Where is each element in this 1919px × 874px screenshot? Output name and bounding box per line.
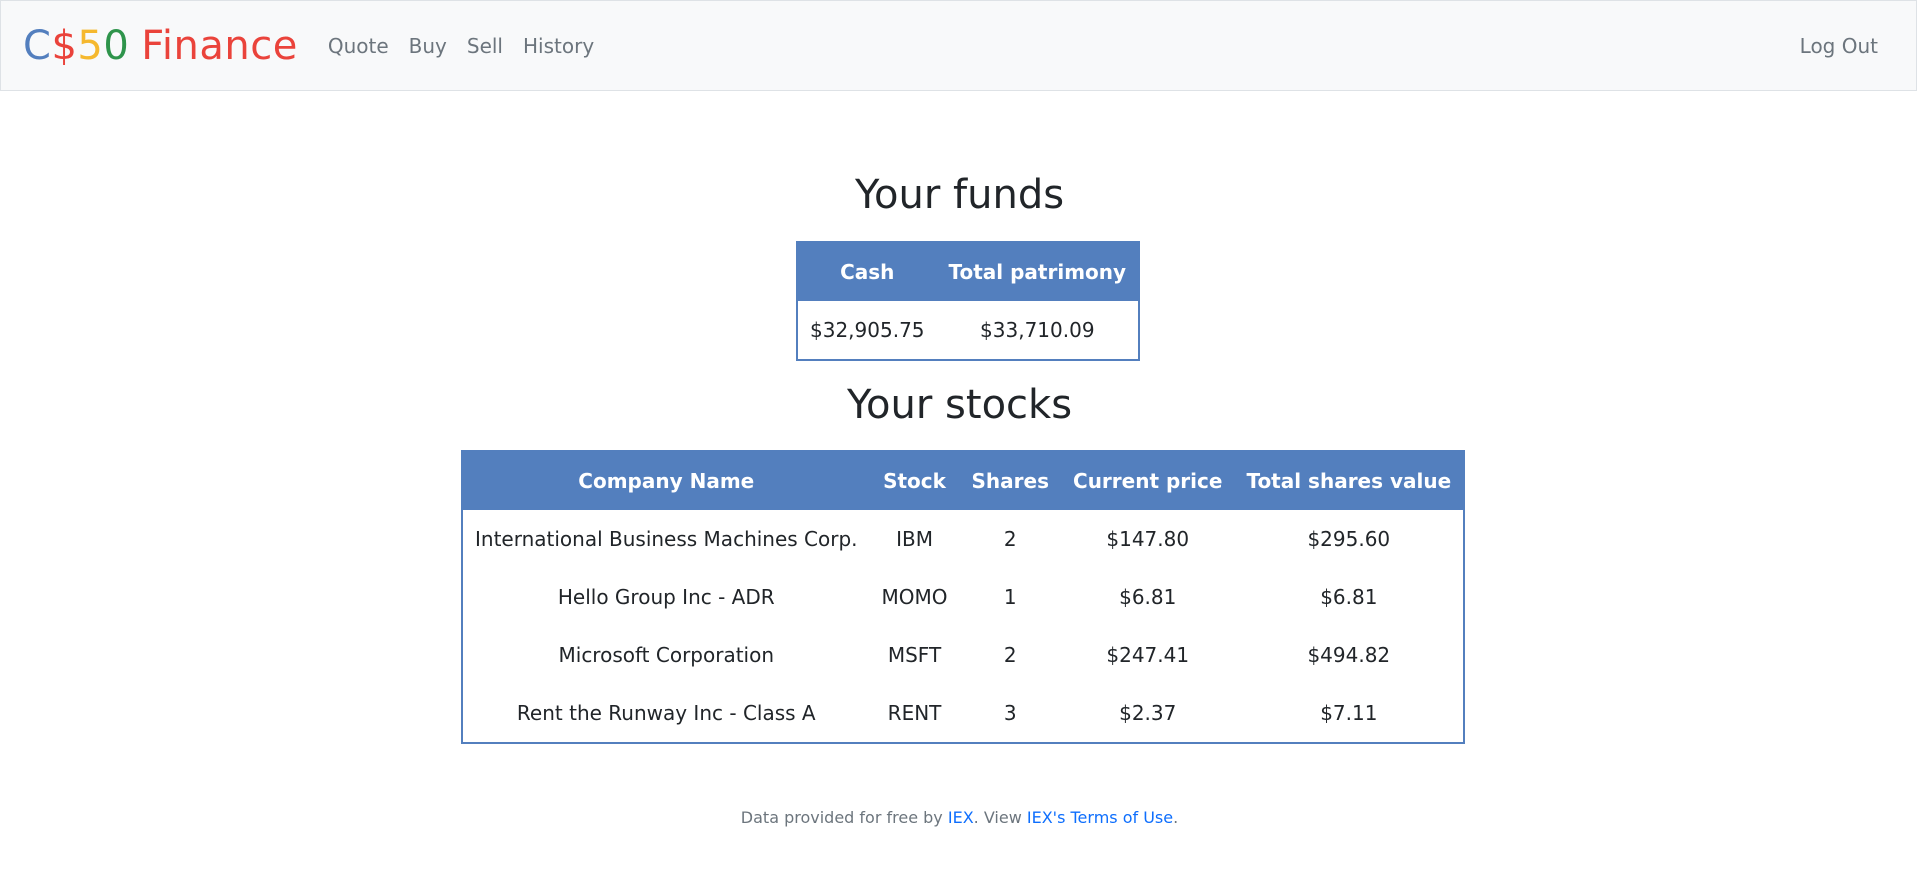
iex-terms-link[interactable]: IEX's Terms of Use <box>1027 808 1173 827</box>
current-price-cell: $2.37 <box>1119 701 1177 725</box>
nav-links: Quote Buy Sell History <box>318 34 604 58</box>
funds-header-cash: Cash <box>797 242 937 301</box>
footer-suffix: . <box>1173 808 1179 827</box>
stock-symbol-cell: MOMO <box>881 585 948 609</box>
nav-link-quote[interactable]: Quote <box>318 34 399 58</box>
brand-letter-five: 5 <box>77 22 104 69</box>
shares-cell: 1 <box>1003 585 1017 609</box>
company-name-cell: Rent the Runway Inc - Class A <box>516 701 816 725</box>
brand-letter-c: C <box>23 22 52 69</box>
footer: Data provided for free by IEX. View IEX'… <box>0 808 1919 827</box>
brand-letter-dollar: $ <box>51 22 78 69</box>
stocks-header-total-shares-value: Total shares value <box>1234 451 1465 510</box>
shares-cell: 3 <box>1003 701 1017 725</box>
total-value-cell: $6.81 <box>1320 585 1378 609</box>
stock-symbol-cell: MSFT <box>887 643 942 667</box>
funds-cash-value: $32,905.75 <box>810 318 925 342</box>
table-row: Hello Group Inc - ADR MOMO 1 $6.81 $6.81 <box>462 568 1464 626</box>
current-price-cell: $6.81 <box>1119 585 1177 609</box>
nav-link-sell[interactable]: Sell <box>457 34 513 58</box>
stocks-header-shares: Shares <box>959 451 1062 510</box>
company-name-cell: International Business Machines Corp. <box>475 527 858 551</box>
funds-header-row: Cash Total patrimony <box>797 242 1140 301</box>
nav-link-history[interactable]: History <box>513 34 604 58</box>
shares-cell: 2 <box>1003 643 1017 667</box>
stocks-table: Company Name Stock Shares Current price … <box>461 450 1466 744</box>
funds-title: Your funds <box>854 172 1065 218</box>
stocks-header-stock: Stock <box>869 451 960 510</box>
footer-prefix: Data provided for free by <box>740 808 943 827</box>
shares-cell: 2 <box>1003 527 1017 551</box>
total-value-cell: $494.82 <box>1307 643 1391 667</box>
funds-header-total-patrimony: Total patrimony <box>936 242 1140 301</box>
funds-table: Cash Total patrimony $32,905.75 $33,710.… <box>796 241 1141 361</box>
stocks-header-row: Company Name Stock Shares Current price … <box>462 451 1465 510</box>
table-row: Microsoft Corporation MSFT 2 $247.41 $49… <box>462 626 1464 684</box>
stock-symbol-cell: RENT <box>887 701 942 725</box>
brand-logo[interactable]: C $ 5 0 Finance <box>23 26 298 66</box>
navbar: C $ 5 0 Finance Quote Buy Sell History L… <box>0 0 1917 91</box>
table-row: Rent the Runway Inc - Class A RENT 3 $2.… <box>462 684 1464 743</box>
iex-link[interactable]: IEX <box>948 808 974 827</box>
total-value-cell: $7.11 <box>1320 701 1378 725</box>
funds-row: $32,905.75 $33,710.09 <box>797 301 1139 360</box>
company-name-cell: Hello Group Inc - ADR <box>557 585 775 609</box>
funds-total-patrimony-value: $33,710.09 <box>980 318 1095 342</box>
stock-symbol-cell: IBM <box>896 527 933 551</box>
company-name-cell: Microsoft Corporation <box>558 643 775 667</box>
stocks-header-current-price: Current price <box>1061 451 1235 510</box>
logout-link[interactable]: Log Out <box>1790 34 1888 58</box>
footer-middle: . View <box>973 808 1022 827</box>
current-price-cell: $247.41 <box>1106 643 1190 667</box>
current-price-cell: $147.80 <box>1106 527 1190 551</box>
nav-right: Log Out <box>1790 34 1888 58</box>
total-value-cell: $295.60 <box>1307 527 1391 551</box>
table-row: International Business Machines Corp. IB… <box>462 510 1464 568</box>
brand-letter-zero: 0 <box>103 22 130 69</box>
stocks-header-company-name: Company Name <box>462 451 870 510</box>
brand-word-finance: Finance <box>141 22 298 69</box>
nav-link-buy[interactable]: Buy <box>399 34 457 58</box>
stocks-title: Your stocks <box>846 382 1073 428</box>
